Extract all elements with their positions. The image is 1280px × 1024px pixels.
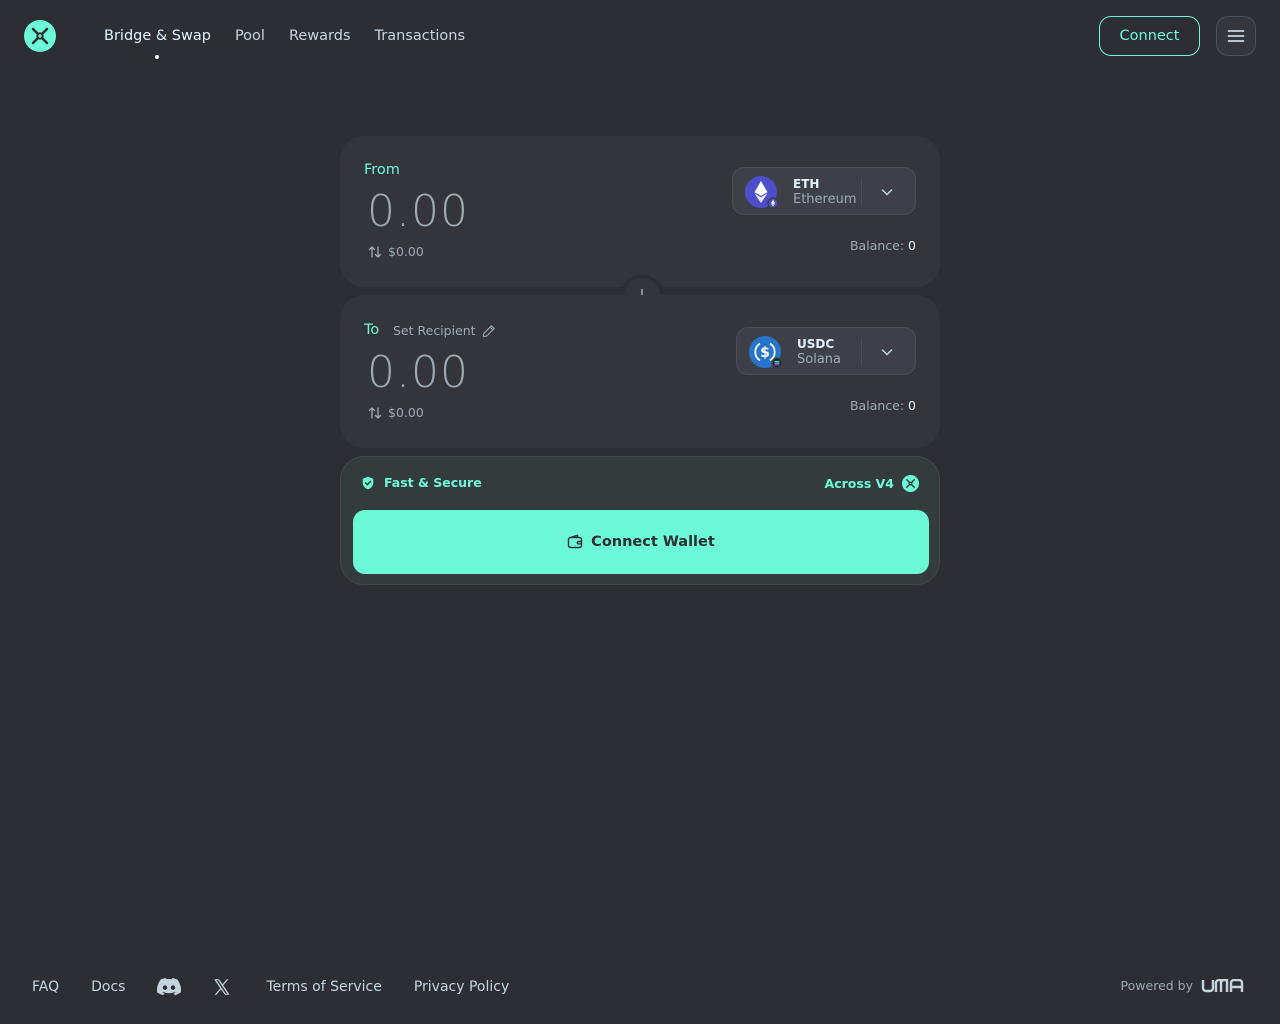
active-nav-indicator [155,55,160,59]
divider [861,178,862,206]
footer-terms-link[interactable]: Terms of Service [266,979,381,995]
footer-privacy-link[interactable]: Privacy Policy [414,979,509,995]
from-card: From 0.00 $0.00 ETH Ethereum Balance: 0 [340,136,940,287]
from-label: From [364,162,400,178]
connect-wallet-button[interactable]: Connect Wallet [353,510,929,574]
nav-transactions[interactable]: Transactions [375,26,466,46]
discord-icon[interactable] [157,978,182,996]
uma-logo [1201,978,1244,992]
connect-wallet-label: Connect Wallet [591,534,715,550]
svg-text:$: $ [760,345,770,361]
x-twitter-icon[interactable] [213,978,231,996]
across-logo-icon [902,475,919,492]
divider [861,338,862,366]
from-token-symbol: ETH [793,177,820,191]
to-balance-label: Balance: [849,398,905,413]
from-balance-value: 0 [908,238,916,253]
fast-secure-label: Fast & Secure [384,475,482,490]
from-usd-text: $0.00 [388,244,424,259]
nav-pool-label: Pool [234,28,265,44]
to-card: To Set Recipient 0.00 $0.00 $ USDC Solan… [340,295,940,448]
pencil-icon [482,324,495,337]
connect-button[interactable]: Connect [1099,16,1200,56]
from-usd-value[interactable]: $0.00 [368,244,424,259]
to-amount-output: 0.00 [367,347,469,398]
nav-rewards-label: Rewards [288,28,351,44]
set-recipient-button[interactable]: Set Recipient [393,323,496,338]
from-balance-label: Balance: [849,238,905,253]
to-token-symbol: USDC [797,337,835,351]
to-label: To [364,322,380,338]
set-recipient-label: Set Recipient [393,323,476,338]
to-token-select[interactable]: $ USDC Solana [736,327,916,375]
from-token-info: ETH Ethereum [793,177,857,208]
to-usd-value[interactable]: $0.00 [368,405,424,420]
across-logo[interactable] [24,20,56,52]
main-nav: Bridge & Swap Pool Rewards Transactions [104,26,466,59]
top-navigation: Bridge & Swap Pool Rewards Transactions … [0,0,1280,72]
chevron-down-icon [881,349,893,356]
nav-rewards[interactable]: Rewards [289,26,351,46]
footer: FAQ Docs Terms of Service Privacy Policy… [0,960,1280,1024]
nav-pool[interactable]: Pool [235,26,265,46]
footer-faq-link[interactable]: FAQ [32,979,59,995]
powered-by-label: Powered by [1120,978,1193,993]
nav-bridge-swap-label: Bridge & Swap [104,28,211,44]
menu-button[interactable] [1216,16,1256,56]
to-balance-value: 0 [908,398,916,413]
action-card: Fast & Secure Across V4 Connect Wallet [340,456,940,585]
protocol-badge: Across V4 [825,475,919,492]
wallet-icon [567,534,583,549]
protocol-label: Across V4 [824,476,894,491]
nav-transactions-label: Transactions [374,28,466,44]
usdc-icon: $ [749,336,783,369]
to-token-info: USDC Solana [797,337,841,368]
nav-bridge-swap[interactable]: Bridge & Swap [104,26,211,59]
footer-links: FAQ Docs Terms of Service Privacy Policy [32,978,509,996]
powered-by[interactable]: Powered by [1121,978,1245,993]
to-usd-text: $0.00 [388,405,424,420]
fast-secure-badge: Fast & Secure [361,475,482,490]
from-token-select[interactable]: ETH Ethereum [732,167,916,215]
from-amount-input[interactable]: 0.00 [367,186,469,237]
chevron-down-icon [881,189,893,196]
from-token-chain: Ethereum [793,192,857,207]
footer-docs-link[interactable]: Docs [91,979,125,995]
swap-units-icon [368,406,382,419]
to-balance: Balance: 0 [850,398,916,413]
eth-icon [745,176,779,209]
shield-check-icon [362,476,374,489]
hamburger-icon [1227,30,1245,42]
from-balance: Balance: 0 [850,238,916,253]
swap-units-icon [368,245,382,258]
to-token-chain: Solana [797,352,841,367]
